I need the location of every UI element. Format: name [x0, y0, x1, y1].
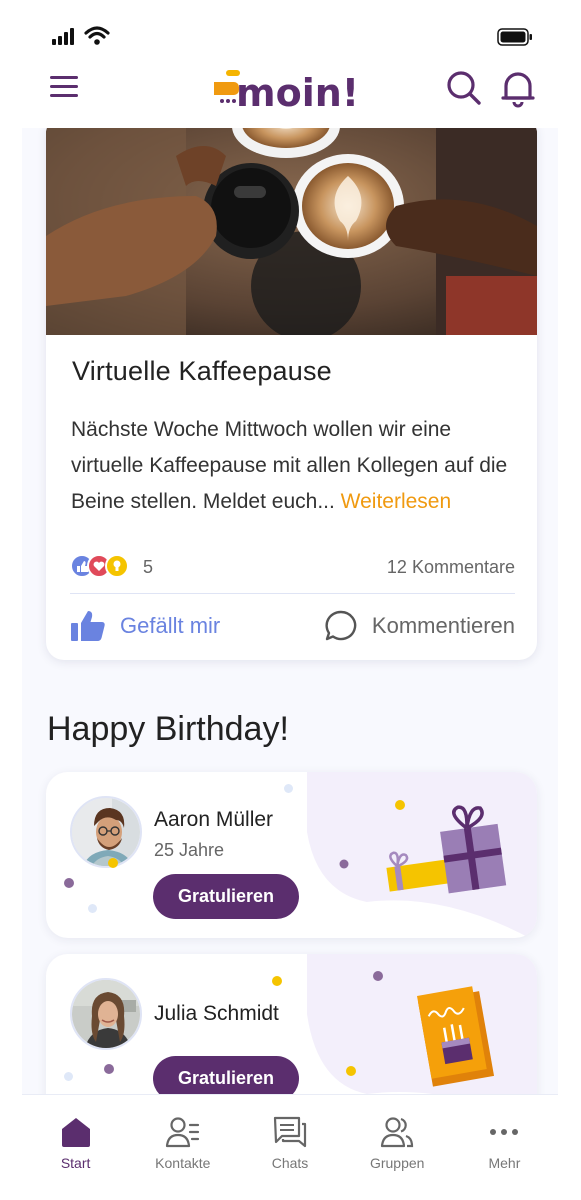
confetti-dot	[64, 878, 74, 888]
groups-icon	[381, 1117, 414, 1148]
comment-icon	[325, 610, 357, 641]
post-title: Virtuelle Kaffeepause	[72, 356, 332, 386]
birthday-card: Julia Schmidt Gratulieren	[46, 954, 537, 1094]
home-icon	[61, 1118, 90, 1147]
tab-groups[interactable]: Gruppen	[344, 1095, 451, 1180]
tab-label: Gruppen	[369, 1155, 425, 1171]
post-text: Nächste Woche Mittwoch wollen wir eine v…	[71, 412, 523, 520]
bottom-navigation: Start Kontakte Chats Gruppen Mehr	[22, 1094, 558, 1180]
like-label: Gefällt mir	[120, 613, 221, 638]
divider	[70, 593, 515, 594]
birthday-age: 25 Jahre	[154, 840, 225, 860]
birthday-name: Aaron Müller	[154, 808, 274, 831]
tab-label: Kontakte	[155, 1155, 211, 1171]
confetti-dot	[284, 784, 293, 793]
birthday-name: Julia Schmidt	[154, 1002, 279, 1025]
chats-icon	[273, 1116, 307, 1148]
birthday-card-illustration	[307, 954, 537, 1094]
tab-label: Chats	[271, 1155, 309, 1171]
app-header: moin!	[0, 62, 581, 128]
avatar[interactable]	[70, 796, 142, 868]
congratulate-button[interactable]: Gratulieren	[153, 874, 299, 919]
birthday-card: Aaron Müller 25 Jahre Gratulieren	[46, 772, 537, 938]
confetti-dot	[64, 1072, 73, 1081]
menu-icon[interactable]	[48, 72, 80, 102]
reaction-count: 5	[143, 557, 154, 577]
app-screen: moin! Virtuelle Kaffeepause Nächste Woch…	[0, 0, 581, 1200]
like-button[interactable]: Gefällt mir	[70, 604, 220, 648]
reaction-icons[interactable]	[70, 553, 140, 579]
thumbs-up-icon	[71, 611, 105, 641]
tab-label: Mehr	[488, 1155, 521, 1171]
more-icon	[490, 1129, 519, 1135]
brand-wordmark: moin!	[236, 71, 359, 112]
post-card[interactable]: Virtuelle Kaffeepause Nächste Woche Mitt…	[46, 128, 537, 660]
comment-label: Kommentieren	[371, 613, 515, 638]
confetti-dot	[108, 858, 118, 868]
feed-scroll-area[interactable]: Virtuelle Kaffeepause Nächste Woche Mitt…	[22, 128, 558, 1094]
read-more-link[interactable]: Weiterlesen	[341, 490, 452, 513]
post-image	[46, 128, 537, 335]
battery-icon	[497, 28, 532, 46]
search-icon[interactable]	[446, 70, 482, 106]
tab-contacts[interactable]: Kontakte	[129, 1095, 236, 1180]
comment-button[interactable]: Kommentieren	[324, 604, 515, 648]
birthday-section-title: Happy Birthday!	[47, 710, 289, 748]
wifi-icon	[84, 26, 110, 45]
tab-start[interactable]: Start	[22, 1095, 129, 1180]
confetti-dot	[88, 904, 97, 913]
gift-illustration	[307, 772, 537, 938]
comment-count[interactable]: 12 Kommentare	[387, 557, 515, 578]
confetti-dot	[272, 976, 282, 986]
avatar[interactable]	[70, 978, 142, 1050]
tab-label: Start	[60, 1155, 91, 1171]
moin-logo[interactable]: moin!	[212, 68, 372, 112]
status-bar	[0, 0, 581, 64]
tab-more[interactable]: Mehr	[451, 1095, 558, 1180]
signal-icon	[52, 28, 74, 45]
congratulate-button[interactable]: Gratulieren	[153, 1056, 299, 1094]
contacts-icon	[165, 1117, 199, 1148]
confetti-dot	[104, 1064, 114, 1074]
tab-chats[interactable]: Chats	[236, 1095, 343, 1180]
bell-icon[interactable]	[500, 68, 536, 108]
